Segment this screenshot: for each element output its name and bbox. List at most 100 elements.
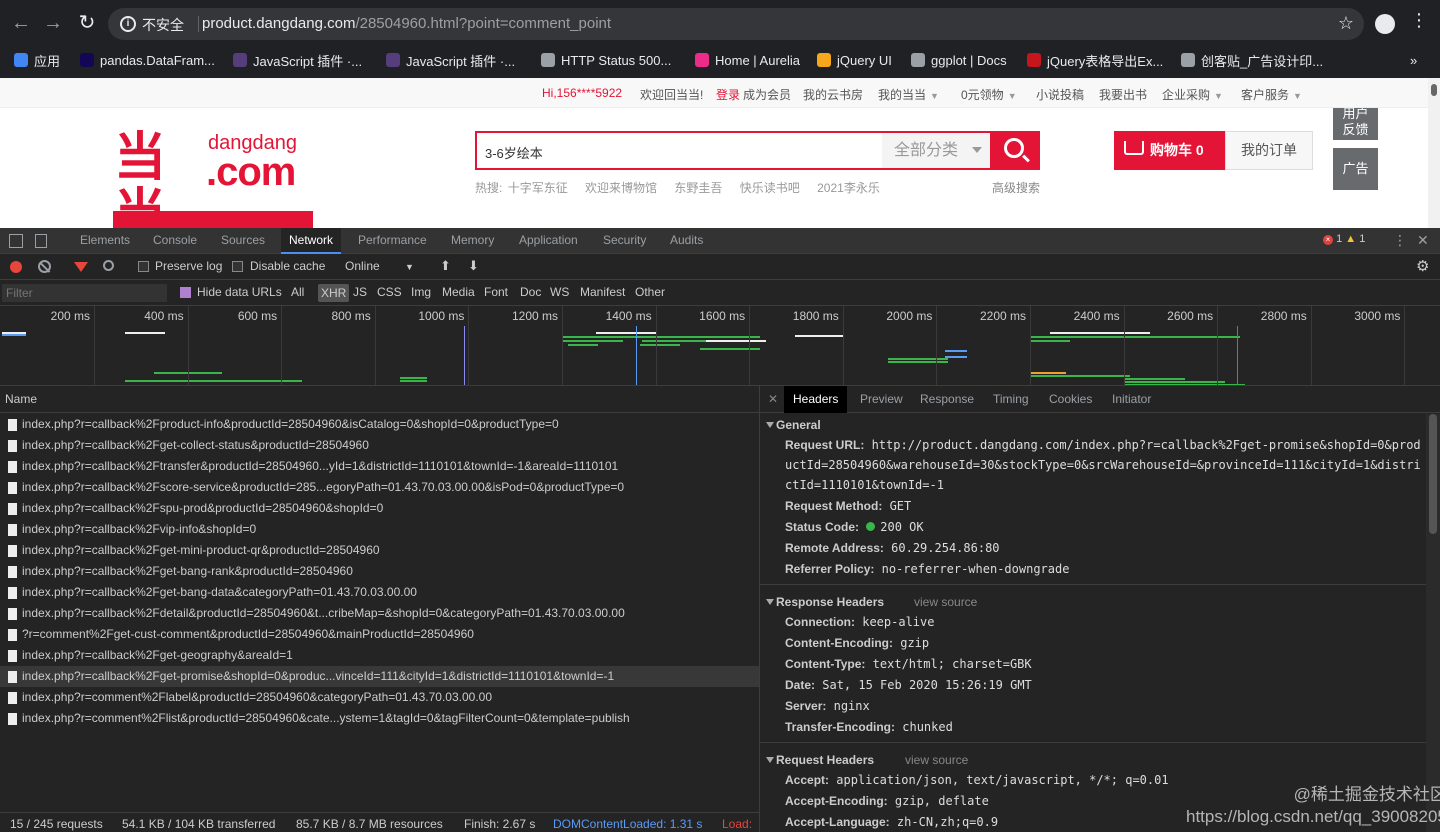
request-row[interactable]: index.php?r=callback%2Fget-geography&are…	[0, 645, 759, 666]
import-har-icon[interactable]: ⬆	[440, 258, 451, 274]
type-filter-manifest[interactable]: Manifest	[580, 285, 625, 299]
bookmark-item[interactable]: jQuery表格导出Ex...	[1027, 50, 1163, 70]
my-orders-button[interactable]: 我的订单	[1225, 131, 1313, 170]
request-row[interactable]: index.php?r=callback%2Fspu-prod&productI…	[0, 498, 759, 519]
chevron-down-icon[interactable]: ▼	[405, 262, 414, 272]
detail-tab-response[interactable]: Response	[911, 386, 983, 413]
close-devtools-icon[interactable]: ✕	[1417, 232, 1429, 249]
back-arrow-icon[interactable]: ←	[8, 10, 34, 36]
feedback-button[interactable]: 用户反馈	[1333, 108, 1378, 140]
filter-input[interactable]	[2, 284, 167, 302]
detail-tab-timing[interactable]: Timing	[984, 386, 1038, 413]
request-row[interactable]: index.php?r=callback%2Fscore-service&pro…	[0, 477, 759, 498]
site-search-input[interactable]: 3-6岁绘本	[485, 143, 543, 162]
request-row[interactable]: index.php?r=callback%2Fget-bang-rank&pro…	[0, 561, 759, 582]
bookmark-item[interactable]: 应用	[14, 50, 60, 70]
type-filter-doc[interactable]: Doc	[520, 285, 541, 299]
request-row[interactable]: index.php?r=callback%2Fget-mini-product-…	[0, 540, 759, 561]
become-member-link[interactable]: 成为会员	[743, 86, 791, 103]
cart-button[interactable]: 购物车 0	[1114, 131, 1225, 170]
inspect-element-icon[interactable]	[9, 234, 23, 248]
export-har-icon[interactable]: ⬇	[468, 258, 479, 274]
request-row[interactable]: index.php?r=comment%2Flabel&productId=28…	[0, 687, 759, 708]
bookmark-item[interactable]: 创客贴_广告设计印...	[1181, 50, 1323, 70]
general-section-header[interactable]: General	[760, 414, 1426, 436]
address-bar[interactable]: i 不安全 product.dangdang.com/28504960.html…	[108, 8, 1364, 40]
name-column-header[interactable]: Name	[0, 386, 759, 413]
page-scroll-thumb[interactable]	[1431, 84, 1437, 96]
chrome-menu-icon[interactable]: ⋮	[1410, 10, 1428, 31]
request-row[interactable]: ?r=comment%2Fget-cust-comment&productId=…	[0, 624, 759, 645]
request-row[interactable]: index.php?r=callback%2Fvip-info&shopId=0	[0, 519, 759, 540]
detail-tab-initiator[interactable]: Initiator	[1103, 386, 1160, 413]
type-filter-img[interactable]: Img	[411, 285, 431, 299]
detail-tab-headers[interactable]: Headers	[784, 386, 848, 413]
login-link[interactable]: 登录	[716, 86, 740, 103]
type-filter-other[interactable]: Other	[635, 285, 665, 299]
topbar-link-publish[interactable]: 我要出书	[1099, 86, 1147, 103]
hot-search-link[interactable]: 东野圭吾	[674, 181, 722, 195]
view-source-link[interactable]: view source	[905, 749, 968, 771]
detail-tab-cookies[interactable]: Cookies	[1040, 386, 1101, 413]
topbar-link-cloud[interactable]: 我的云书房	[803, 86, 863, 103]
hot-search-link[interactable]: 欢迎来博物馆	[585, 181, 657, 195]
devtools-menu-icon[interactable]: ⋮	[1393, 232, 1407, 249]
tab-network[interactable]: Network	[281, 228, 342, 254]
detail-tab-preview[interactable]: Preview	[851, 386, 912, 413]
tab-application[interactable]: Application	[511, 228, 586, 254]
site-search-button[interactable]	[992, 131, 1040, 170]
bookmark-item[interactable]: JavaScript 插件 ·...	[233, 50, 362, 70]
type-filter-ws[interactable]: WS	[550, 285, 569, 299]
network-overview[interactable]: 200 ms 400 ms 600 ms 800 ms 1000 ms 1200 ms 14…	[0, 306, 1440, 386]
hide-data-urls-checkbox[interactable]	[180, 287, 191, 298]
preserve-log-checkbox[interactable]	[138, 261, 149, 272]
detail-scroll-thumb[interactable]	[1429, 414, 1437, 534]
tab-security[interactable]: Security	[595, 228, 654, 254]
request-row[interactable]: index.php?r=comment%2Flist&productId=285…	[0, 708, 759, 729]
topbar-link-service[interactable]: 客户服务 ▼	[1241, 86, 1302, 103]
issue-counter[interactable]: × 1 ▲ 1	[1323, 233, 1365, 245]
bookmark-item[interactable]: JavaScript 插件 ·...	[386, 50, 515, 70]
request-row[interactable]: index.php?r=callback%2Fproduct-info&prod…	[0, 414, 759, 435]
search-category-select[interactable]: 全部分类	[882, 133, 990, 168]
tab-console[interactable]: Console	[145, 228, 205, 254]
tab-audits[interactable]: Audits	[662, 228, 711, 254]
profile-avatar-icon[interactable]	[1375, 14, 1395, 34]
page-scrollbar[interactable]	[1428, 78, 1440, 228]
search-icon[interactable]	[103, 260, 114, 271]
request-row[interactable]: index.php?r=callback%2Fdetail&productId=…	[0, 603, 759, 624]
bookmark-item[interactable]: jQuery UI	[817, 50, 892, 70]
bookmark-item[interactable]: ggplot | Docs	[911, 50, 1007, 70]
filter-icon[interactable]	[74, 262, 88, 272]
hot-search-link[interactable]: 快乐读书吧	[740, 181, 800, 195]
url-text[interactable]: product.dangdang.com/28504960.html?point…	[202, 15, 611, 32]
bookmark-item[interactable]: Home | Aurelia	[695, 50, 800, 70]
bookmark-item[interactable]: pandas.DataFram...	[80, 50, 215, 70]
request-headers-section-header[interactable]: Request Headers view source	[760, 749, 1426, 771]
topbar-link-mydangdang[interactable]: 我的当当 ▼	[878, 86, 939, 103]
bookmarks-overflow-icon[interactable]: »	[1410, 50, 1417, 70]
tab-memory[interactable]: Memory	[443, 228, 502, 254]
close-icon[interactable]: ✕	[768, 392, 778, 406]
clear-icon[interactable]	[38, 260, 51, 273]
bookmark-star-icon[interactable]: ☆	[1338, 13, 1354, 34]
topbar-link-free[interactable]: 0元领物 ▼	[961, 86, 1017, 103]
request-row[interactable]: index.php?r=callback%2Fget-bang-data&cat…	[0, 582, 759, 603]
type-filter-media[interactable]: Media	[442, 285, 475, 299]
advanced-search-link[interactable]: 高级搜索	[992, 179, 1040, 196]
tab-elements[interactable]: Elements	[72, 228, 138, 254]
tab-sources[interactable]: Sources	[213, 228, 273, 254]
throttle-select[interactable]: Online	[345, 259, 380, 273]
type-filter-xhr[interactable]: XHR	[318, 284, 350, 302]
disable-cache-checkbox[interactable]	[232, 261, 243, 272]
category-nav-bar[interactable]	[113, 211, 313, 228]
dangdang-logo[interactable]: 当当 dangdang .com	[114, 130, 314, 228]
forward-arrow-icon[interactable]: →	[40, 10, 66, 36]
type-filter-all[interactable]: All	[291, 285, 304, 299]
reload-icon[interactable]: ↻	[74, 10, 100, 36]
tab-performance[interactable]: Performance	[350, 228, 435, 254]
hot-search-link[interactable]: 2021李永乐	[817, 181, 880, 195]
info-icon[interactable]: i	[120, 16, 136, 32]
type-filter-js[interactable]: JS	[353, 285, 367, 299]
gear-icon[interactable]: ⚙	[1416, 257, 1429, 275]
